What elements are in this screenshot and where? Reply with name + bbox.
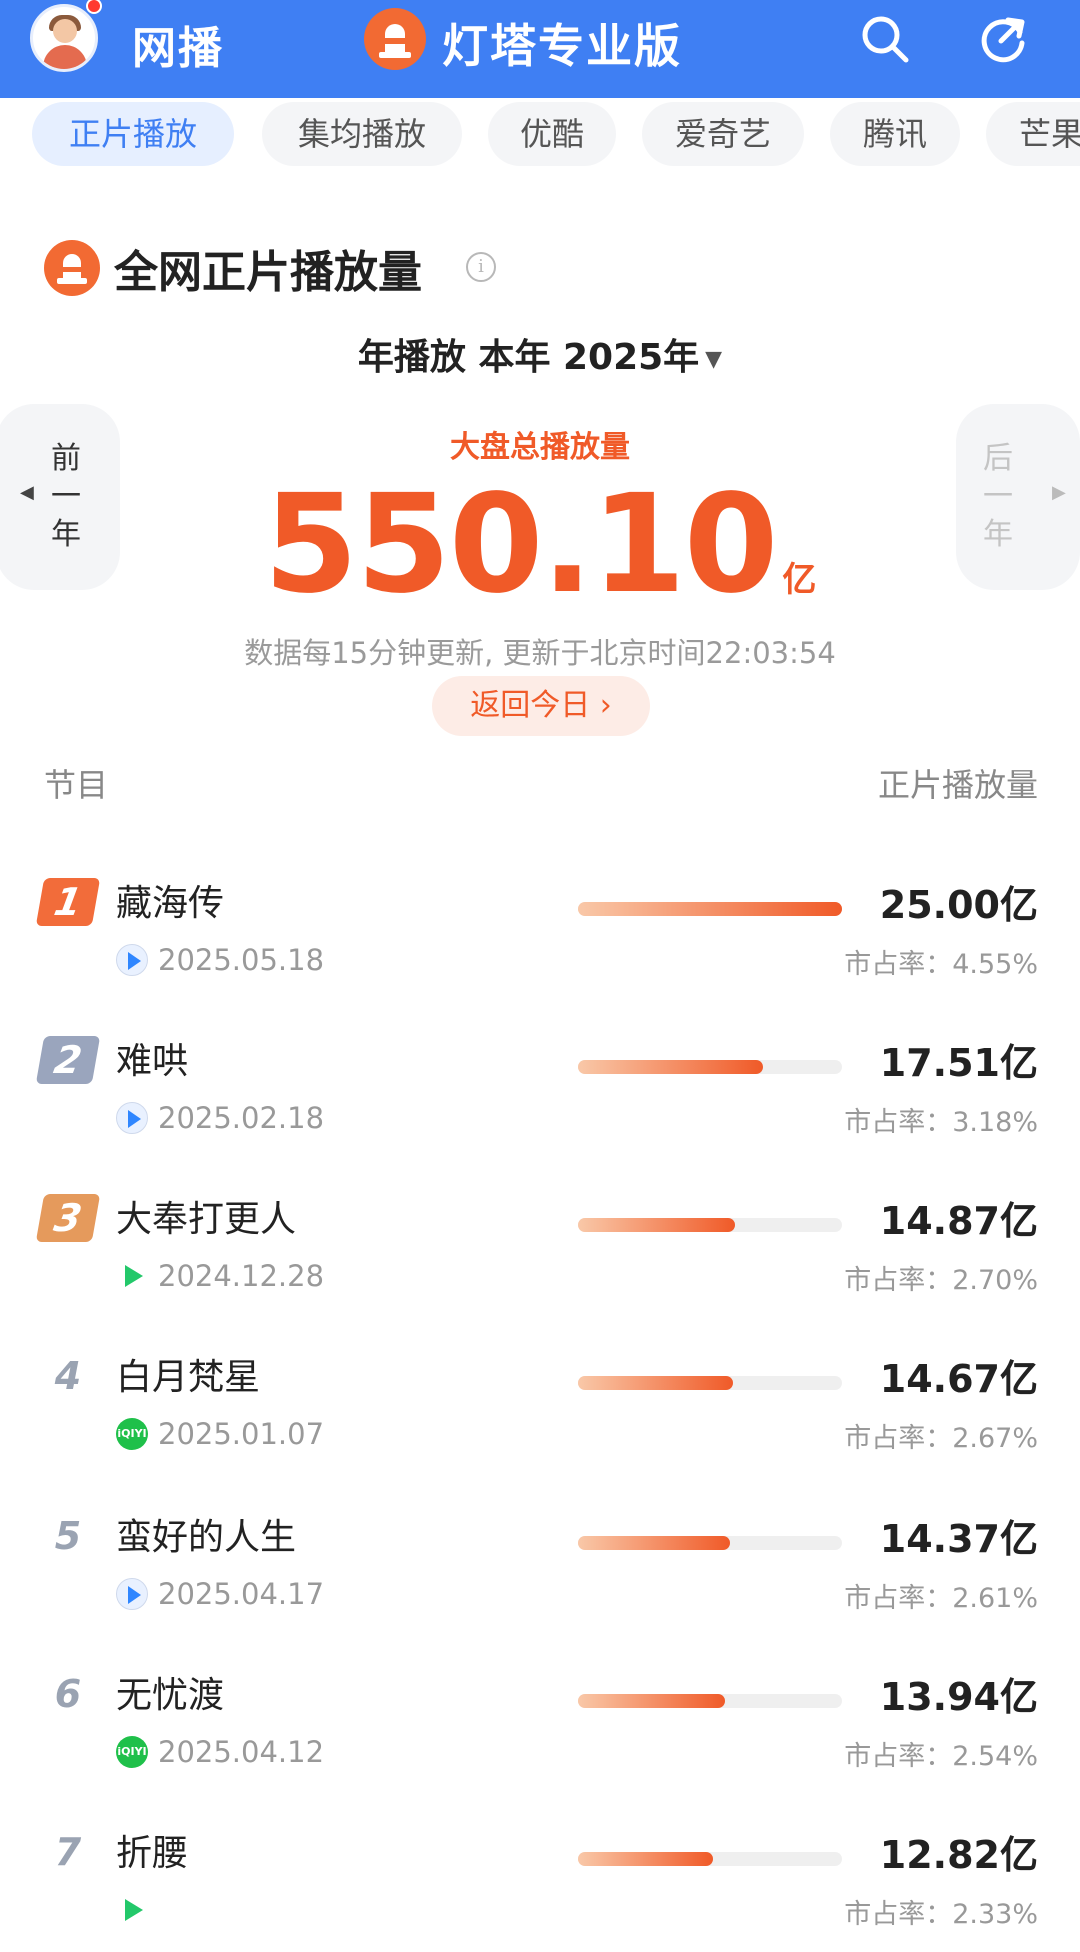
play-count: 17.51亿 <box>879 1041 1038 1085</box>
update-note: 数据每15分钟更新, 更新于北京时间22:03:54 <box>244 636 836 670</box>
list-item[interactable]: 1 藏海传 2025.05.18 25.00亿市占率：4.55% <box>0 872 1080 1022</box>
list-item[interactable]: 5 蛮好的人生 2025.04.17 14.37亿市占率：2.61% <box>0 1506 1080 1656</box>
play-bar-fill <box>578 902 842 916</box>
market-share: 市占率：2.67% <box>844 1423 1038 1454</box>
play-bar-track <box>578 1218 842 1232</box>
play-bar-track <box>578 1060 842 1074</box>
release-date: 2025.04.17 <box>158 1577 325 1611</box>
play-bar-fill <box>578 1218 736 1232</box>
youku-platform-icon <box>116 1578 148 1610</box>
section-logo-base <box>57 278 87 284</box>
tab-mango[interactable]: 芒果 <box>986 102 1080 166</box>
tab-tencent[interactable]: 腾讯 <box>830 102 960 166</box>
market-share: 市占率：2.70% <box>844 1265 1038 1296</box>
play-bar-fill <box>578 1060 763 1074</box>
play-count: 12.82亿 <box>879 1833 1038 1877</box>
tencent-platform-icon <box>116 1894 148 1926</box>
tab-iqiyi[interactable]: 爱奇艺 <box>642 102 804 166</box>
market-share: 市占率：2.33% <box>844 1899 1038 1930</box>
youku-platform-icon <box>116 944 148 976</box>
program-title[interactable]: 大奉打更人 <box>116 1190 296 1242</box>
list-item[interactable]: 6 无忧渡 iQIYI 2025.04.12 13.94亿市占率：2.54% <box>0 1664 1080 1814</box>
notification-dot <box>86 0 102 14</box>
youku-platform-icon <box>116 1102 148 1134</box>
play-bar-fill <box>578 1694 726 1708</box>
play-bar-track <box>578 1376 842 1390</box>
rank-badge: 7 <box>54 1830 82 1874</box>
search-icon[interactable] <box>856 10 914 68</box>
back-today-button[interactable]: 返回今日 › <box>432 676 650 736</box>
section-logo-stripe <box>63 267 81 272</box>
total-unit: 亿 <box>782 560 817 600</box>
release-date: 2025.05.18 <box>158 943 325 977</box>
tab-jijun[interactable]: 集均播放 <box>262 102 462 166</box>
app-header: 网播 灯塔专业版 <box>0 0 1080 98</box>
play-bar-track <box>578 902 842 916</box>
iqiyi-platform-icon: iQIYI <box>116 1418 148 1450</box>
category-tabs: 正片播放 集均播放 优酷 爱奇艺 腾讯 芒果 <box>0 98 1080 178</box>
rank-badge: 5 <box>54 1514 82 1558</box>
play-count: 14.87亿 <box>879 1199 1038 1243</box>
logo-base <box>379 52 411 58</box>
program-title[interactable]: 折腰 <box>116 1824 188 1876</box>
play-bar-fill <box>578 1376 733 1390</box>
market-share: 市占率：3.18% <box>844 1107 1038 1138</box>
release-date: 2025.01.07 <box>158 1417 325 1451</box>
avatar-face <box>53 19 77 43</box>
iqiyi-platform-icon: iQIYI <box>116 1736 148 1768</box>
tab-zhengpian[interactable]: 正片播放 <box>32 102 234 166</box>
tencent-platform-icon <box>116 1260 148 1292</box>
program-title[interactable]: 藏海传 <box>116 874 224 926</box>
lighthouse-section-icon <box>44 240 100 296</box>
play-bar-track <box>578 1694 842 1708</box>
rank-badge: 1 <box>35 878 101 926</box>
avatar[interactable] <box>30 4 98 72</box>
rank-badge: 4 <box>54 1354 82 1398</box>
play-bar-track <box>578 1536 842 1550</box>
rank-badge: 3 <box>35 1194 101 1242</box>
program-title[interactable]: 难哄 <box>116 1032 188 1084</box>
list-item[interactable]: 3 大奉打更人 2024.12.28 14.87亿市占率：2.70% <box>0 1188 1080 1338</box>
logo-stripe <box>385 38 405 44</box>
market-share: 市占率：2.54% <box>844 1741 1038 1772</box>
list-item[interactable]: 7 折腰 12.82亿市占率：2.33% <box>0 1822 1080 1952</box>
tab-youku[interactable]: 优酷 <box>488 102 616 166</box>
avatar-body <box>43 45 87 69</box>
play-bar-fill <box>578 1852 714 1866</box>
caret-down-icon: ▼ <box>705 346 723 372</box>
section-title: 全网正片播放量 <box>114 247 422 298</box>
release-date: 2025.04.12 <box>158 1735 325 1769</box>
total-label: 大盘总播放量 <box>450 430 630 465</box>
column-header-program: 节目 <box>44 766 109 804</box>
play-count: 13.94亿 <box>879 1675 1038 1719</box>
program-title[interactable]: 无忧渡 <box>116 1666 224 1718</box>
program-title[interactable]: 白月梵星 <box>116 1348 260 1400</box>
play-bar-fill <box>578 1536 730 1550</box>
program-title[interactable]: 蛮好的人生 <box>116 1508 296 1560</box>
play-count: 14.37亿 <box>879 1517 1038 1561</box>
play-count: 14.67亿 <box>879 1357 1038 1401</box>
app-title: 灯塔专业版 <box>442 19 682 73</box>
refresh-icon[interactable] <box>974 10 1032 68</box>
play-count: 25.00亿 <box>879 883 1038 927</box>
lighthouse-logo-icon <box>364 8 426 70</box>
list-item[interactable]: 4 白月梵星 iQIYI 2025.01.07 14.67亿市占率：2.67% <box>0 1346 1080 1496</box>
info-icon[interactable]: i <box>466 252 496 282</box>
period-label: 年播放 本年 2025年 <box>357 337 700 378</box>
market-share: 市占率：2.61% <box>844 1583 1038 1614</box>
play-bar-track <box>578 1852 842 1866</box>
period-selector[interactable]: 年播放 本年 2025年 ▼ <box>0 328 1080 380</box>
market-share: 市占率：4.55% <box>844 949 1038 980</box>
rank-badge: 6 <box>54 1672 82 1716</box>
rank-badge: 2 <box>35 1036 101 1084</box>
release-date: 2025.02.18 <box>158 1101 325 1135</box>
release-date: 2024.12.28 <box>158 1259 325 1293</box>
column-header-plays[interactable]: 正片播放量 <box>878 760 1038 806</box>
total-value: 550.10 <box>263 466 779 624</box>
brand-title[interactable]: 网播 <box>132 12 224 76</box>
list-item[interactable]: 2 难哄 2025.02.18 17.51亿市占率：3.18% <box>0 1030 1080 1180</box>
total-playcount: 550.10 亿 <box>0 470 1080 620</box>
